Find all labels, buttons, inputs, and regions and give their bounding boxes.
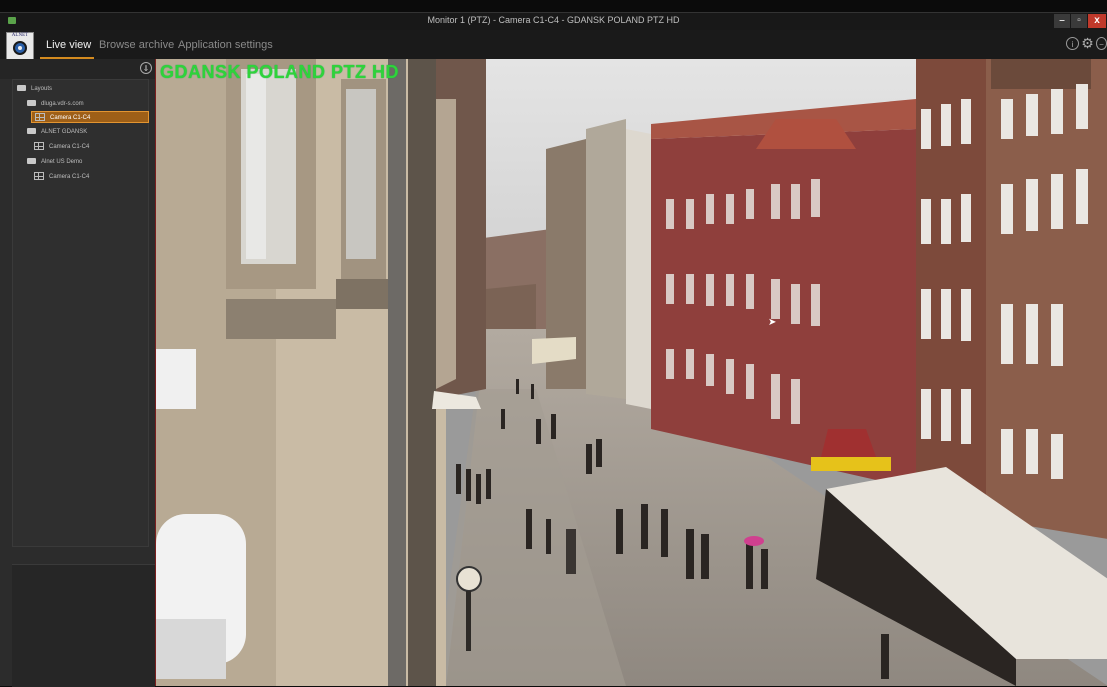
layout-tree: Layouts dluga.vdr-s.com Camera C1-C4 ALN… [12,79,149,547]
tree-item-label: Camera C1-C4 [49,144,90,150]
street-scene [156,59,1107,686]
folder-icon [27,128,36,135]
camera-overlay-label: GDANSK POLAND PTZ HD [160,62,399,82]
tree-item-camera[interactable]: Camera C1-C4 [34,141,144,153]
tree-item-label: dluga.vdr-s.com [41,101,84,107]
panel-header: ⇓ [0,59,155,79]
logo-text: ALNET [11,33,29,38]
eye-icon [13,41,27,55]
panel-bottom-area [12,564,155,687]
gear-icon[interactable]: ⚙ [1081,36,1094,50]
title-bar: Monitor 1 (PTZ) - Camera C1-C4 - GDANSK … [0,12,1107,30]
info-icon[interactable]: i [1066,37,1079,50]
mouse-cursor-icon: ➤ [768,317,777,328]
folder-icon [27,158,36,165]
tree-item-camera[interactable]: Camera C1-C4 [34,171,144,183]
minimize-button[interactable]: – [1054,14,1070,28]
tree-item-alnet-us-demo[interactable]: Alnet US Demo [27,156,137,168]
tree-item-camera-selected[interactable]: Camera C1-C4 [31,111,149,123]
tab-live-view[interactable]: Live view [46,39,91,51]
tab-application-settings[interactable]: Application settings [178,39,273,51]
tree-item-label: Camera C1-C4 [49,174,90,180]
tree-item-alnet-gdansk[interactable]: ALNET GDANSK [27,126,137,138]
pin-icon[interactable]: ⇓ [140,62,152,74]
maximize-button[interactable]: ▫ [1071,14,1087,28]
folder-icon [27,100,36,107]
camera-grid-icon [34,142,44,151]
tree-item-label: Camera C1-C4 [50,115,91,121]
folder-icon [17,85,26,92]
tree-item-label: Layouts [31,86,53,92]
camera-video-feed[interactable]: GDANSK POLAND PTZ HD ➤ [155,59,1107,686]
tree-item-layouts[interactable]: Layouts [17,83,137,95]
minus-icon[interactable]: − [1096,37,1107,50]
camera-grid-icon [35,113,45,122]
close-button[interactable]: x [1088,14,1106,28]
window-title: Monitor 1 (PTZ) - Camera C1-C4 - GDANSK … [427,15,680,25]
tree-item-dluga[interactable]: dluga.vdr-s.com [27,98,137,110]
tab-browse-archive[interactable]: Browse archive [99,39,174,51]
camera-grid-icon [34,172,44,181]
tree-item-label: Alnet US Demo [41,159,83,165]
left-panel: ⇓ Layouts dluga.vdr-s.com Camera C1-C4 A… [0,59,155,687]
alnet-logo: ALNET [6,32,34,60]
menu-bar: ALNET Live view Browse archive Applicati… [0,30,1107,60]
tree-item-label: ALNET GDANSK [41,129,88,135]
